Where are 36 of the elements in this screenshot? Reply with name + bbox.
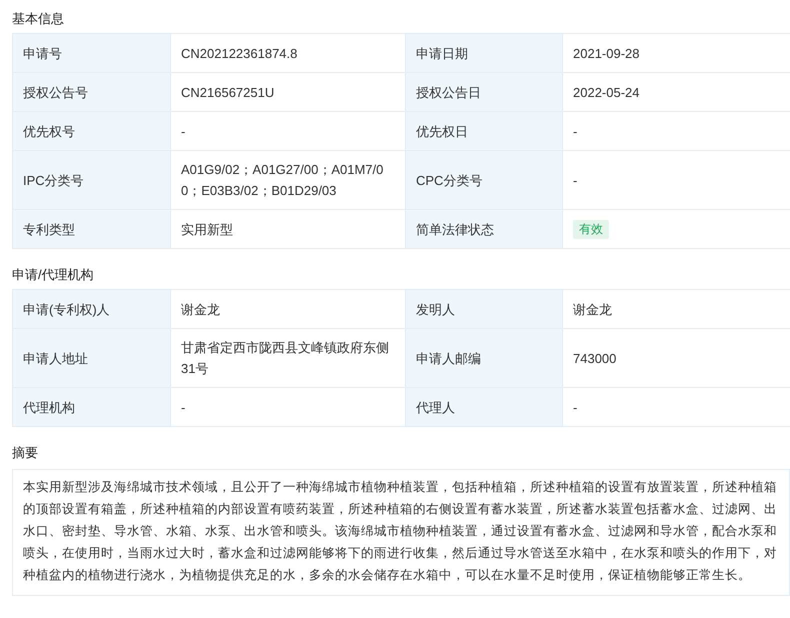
label-cell: 代理人 [406,388,563,427]
field-value: CN202122361874.8 [181,44,298,62]
label-cell: 专利类型 [13,210,171,249]
label-cell: 申请日期 [406,34,563,73]
section-title: 摘要 [12,444,38,462]
label-cell: 发明人 [406,290,563,329]
label-cell: 简单法律状态 [406,210,563,249]
field-value: - [181,398,186,416]
label-cell: 优先权号 [13,112,171,151]
field-value: 743000 [573,350,616,368]
field-value: 谢金龙 [573,300,612,318]
label-cell: 申请人地址 [13,329,171,388]
label-cell: 授权公告号 [13,73,171,112]
field-value: 2022-05-24 [573,84,640,102]
section-title: 基本信息 [12,10,64,28]
section-title: 申请/代理机构 [12,266,94,284]
abstract-text: 本实用新型涉及海绵城市技术领域，且公开了一种海绵城市植物种植装置，包括种植箱，所述种植箱的设置有放置装置，所述种植箱的顶部设置有箱盖，所述种植箱的内部设置有喷药装置，所述种植箱的右侧设置有蓄水装置，所述蓄水装置包括蓄水盒、过滤网、出水口、密封垫、导水管、水箱、水泵、出水管和喷头。该海绵城市植物种植装置，通过设置有蓄水盒、过滤网和导水管，配合水泵和喷头，在使用时，当雨水过大时，蓄水盒和过滤网能够将下的雨进行收集，然后通过导水管送至水箱中，在水泵和喷头的作用下，对种植盆内的植物进行浇水，为植物提供充足的水，多余的水会储存在水箱中，可以在水量不足时使用，保证植物能够正常生长。 [12,469,790,596]
field-value: 2021-09-28 [573,44,640,62]
status-tag: 有效 [573,220,609,238]
field-value: CN216567251U [181,84,274,102]
field-value: 实用新型 [181,220,233,238]
field-value: - [573,172,578,190]
label-cell: 申请号 [13,34,171,73]
field-value: 谢金龙 [181,300,220,318]
label-cell: CPC分类号 [406,151,563,210]
field-value: 甘肃省定西市陇西县文峰镇政府东侧31号 [181,339,390,378]
label-cell: 代理机构 [13,388,171,427]
field-value: - [573,398,578,416]
label-cell: 申请(专利权)人 [13,290,171,329]
label-cell: 授权公告日 [406,73,563,112]
field-value: A01G9/02；A01G27/00；A01M7/00；E03B3/02；B01D29/03 [181,161,384,200]
field-value: - [181,122,186,140]
field-value: - [573,122,578,140]
label-cell: 申请人邮编 [406,329,563,388]
label-cell: 优先权日 [406,112,563,151]
label-cell: IPC分类号 [13,151,171,210]
